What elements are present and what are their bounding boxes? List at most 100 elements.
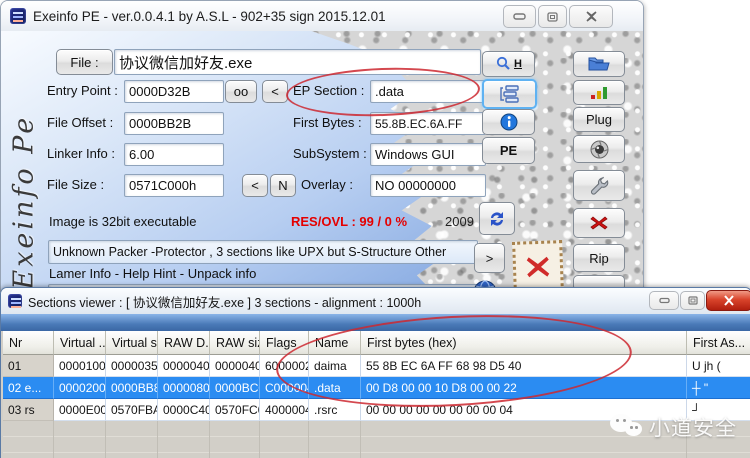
sections-minimize-button[interactable]: [649, 291, 679, 310]
magnifier-icon: [495, 56, 512, 72]
open-file-button[interactable]: [573, 51, 625, 77]
oo-button-label: oo: [234, 84, 248, 99]
more-button-label: >: [486, 251, 494, 266]
grid-line: [209, 421, 210, 458]
table-cell[interactable]: 0000BC00: [210, 377, 260, 399]
wrench-icon: [588, 175, 610, 197]
file-offset-value: 0000BB2B: [129, 116, 191, 131]
table-cell[interactable]: 01: [3, 355, 54, 377]
table-cell[interactable]: C0000040: [260, 377, 309, 399]
plug-button[interactable]: Plug: [573, 107, 625, 132]
table-cell[interactable]: ┼ ": [687, 377, 750, 399]
overlay-field[interactable]: NO 00000000: [370, 174, 486, 197]
table-cell[interactable]: 00 D8 00 00 10 D8 00 00 22: [361, 377, 687, 399]
table-row[interactable]: 0100001000000003500000040000000400600000…: [3, 355, 750, 377]
scanner-button[interactable]: [573, 135, 625, 163]
info-button[interactable]: [482, 109, 535, 135]
year-text: 2009: [445, 214, 474, 229]
table-cell[interactable]: 02 e...: [3, 377, 54, 399]
column-header[interactable]: Name: [309, 331, 361, 355]
table-cell[interactable]: 00000350: [106, 355, 158, 377]
exit-button[interactable]: [573, 208, 625, 238]
table-cell[interactable]: 00001000: [54, 355, 106, 377]
table-cell[interactable]: U jh (: [687, 355, 750, 377]
table-cell[interactable]: 00000400: [210, 355, 260, 377]
column-header[interactable]: RAW size: [210, 331, 260, 355]
file-size-field[interactable]: 0571C000h: [124, 174, 224, 197]
table-cell[interactable]: .data: [309, 377, 361, 399]
grid-line: [360, 421, 361, 458]
first-bytes-field[interactable]: 55.8B.EC.6A.FF: [370, 112, 486, 135]
ep-section-value: .data: [375, 84, 404, 99]
entropy-button[interactable]: [573, 80, 625, 105]
first-bytes-label: First Bytes :: [293, 115, 362, 130]
first-bytes-value: 55.8B.EC.6A.FF: [375, 117, 462, 131]
column-header[interactable]: First As...: [687, 331, 750, 355]
scan-result-field[interactable]: Unknown Packer -Protector , 3 sections l…: [48, 240, 478, 264]
table-cell[interactable]: 0000BB80: [106, 377, 158, 399]
table-cell[interactable]: 0000E000: [54, 399, 106, 421]
table-cell[interactable]: 03 rs: [3, 399, 54, 421]
overlay-label: Overlay :: [301, 177, 353, 192]
rip-button[interactable]: Rip: [573, 244, 625, 272]
exeinfo-titlebar[interactable]: Exeinfo PE - ver.0.0.4.1 by A.S.L - 902+…: [1, 1, 643, 32]
refresh-button[interactable]: [479, 202, 515, 235]
plug-button-label: Plug: [586, 112, 612, 127]
table-row[interactable]: 02 e...000020000000BB80000008000000BC00C…: [3, 377, 750, 399]
entry-point-field[interactable]: 0000D32B: [124, 80, 224, 103]
column-header[interactable]: Nr: [3, 331, 54, 355]
file-offset-field[interactable]: 0000BB2B: [124, 112, 224, 135]
n-button[interactable]: N: [270, 174, 296, 197]
table-header-row: NrVirtual ...Virtual s...RAW D...RAW siz…: [3, 331, 750, 355]
table-cell[interactable]: daima: [309, 355, 361, 377]
back-button[interactable]: <: [262, 80, 288, 103]
table-cell[interactable]: 55 8B EC 6A FF 68 98 D5 40: [361, 355, 687, 377]
column-header[interactable]: First bytes (hex): [361, 331, 687, 355]
screenshot-root: Exeinfo PE - ver.0.0.4.1 by A.S.L - 902+…: [0, 0, 750, 458]
file-button[interactable]: File :: [56, 49, 113, 75]
table-cell[interactable]: 00000400: [158, 355, 210, 377]
column-header[interactable]: RAW D...: [158, 331, 210, 355]
table-cell[interactable]: 0570FBA0: [106, 399, 158, 421]
oo-button[interactable]: oo: [225, 80, 257, 103]
maximize-button[interactable]: [538, 5, 567, 28]
pe-button[interactable]: PE: [482, 137, 535, 164]
sections-close-button[interactable]: [706, 290, 750, 311]
sections-toolbar-strip: [1, 314, 750, 331]
minimize-button[interactable]: [503, 5, 536, 28]
table-cell[interactable]: 40000040: [260, 399, 309, 421]
size-back-label: <: [251, 178, 259, 193]
tools-button[interactable]: [573, 170, 625, 201]
sections-icon: [500, 85, 520, 103]
lamer-info-link[interactable]: Lamer Info - Help Hint - Unpack info: [49, 266, 256, 281]
column-header[interactable]: Flags: [260, 331, 309, 355]
sections-button[interactable]: [482, 79, 537, 109]
search-button[interactable]: H: [482, 51, 535, 77]
info-icon: [500, 113, 518, 131]
close-button[interactable]: [569, 5, 613, 28]
n-button-label: N: [278, 178, 287, 193]
column-header[interactable]: Virtual ...: [54, 331, 106, 355]
sections-maximize-button[interactable]: [680, 291, 705, 310]
table-cell[interactable]: 60000020: [260, 355, 309, 377]
scan-result-text: Unknown Packer -Protector , 3 sections l…: [53, 245, 446, 259]
red-x-icon: [590, 215, 608, 231]
table-cell[interactable]: .rsrc: [309, 399, 361, 421]
file-name-field[interactable]: 协议微信加好友.exe: [114, 49, 481, 75]
table-cell[interactable]: 0000C400: [158, 399, 210, 421]
linker-info-field[interactable]: 6.00: [124, 143, 224, 166]
subsystem-field[interactable]: Windows GUI: [370, 143, 486, 166]
size-back-button[interactable]: <: [242, 174, 268, 197]
ep-section-field[interactable]: .data: [370, 80, 486, 103]
table-cell[interactable]: 00000800: [158, 377, 210, 399]
exeinfo-vertical-brand: Exeinfo Pe: [9, 40, 40, 290]
column-header[interactable]: Virtual s...: [106, 331, 158, 355]
refresh-icon: [487, 209, 507, 229]
search-h-label: H: [514, 58, 522, 70]
entry-point-label: Entry Point :: [47, 83, 118, 98]
subsystem-value: Windows GUI: [375, 147, 454, 162]
table-cell[interactable]: 0570FC00: [210, 399, 260, 421]
table-cell[interactable]: 00002000: [54, 377, 106, 399]
more-button[interactable]: >: [474, 243, 505, 273]
sections-titlebar[interactable]: Sections viewer : [ 协议微信加好友.exe ] 3 sect…: [1, 288, 750, 315]
